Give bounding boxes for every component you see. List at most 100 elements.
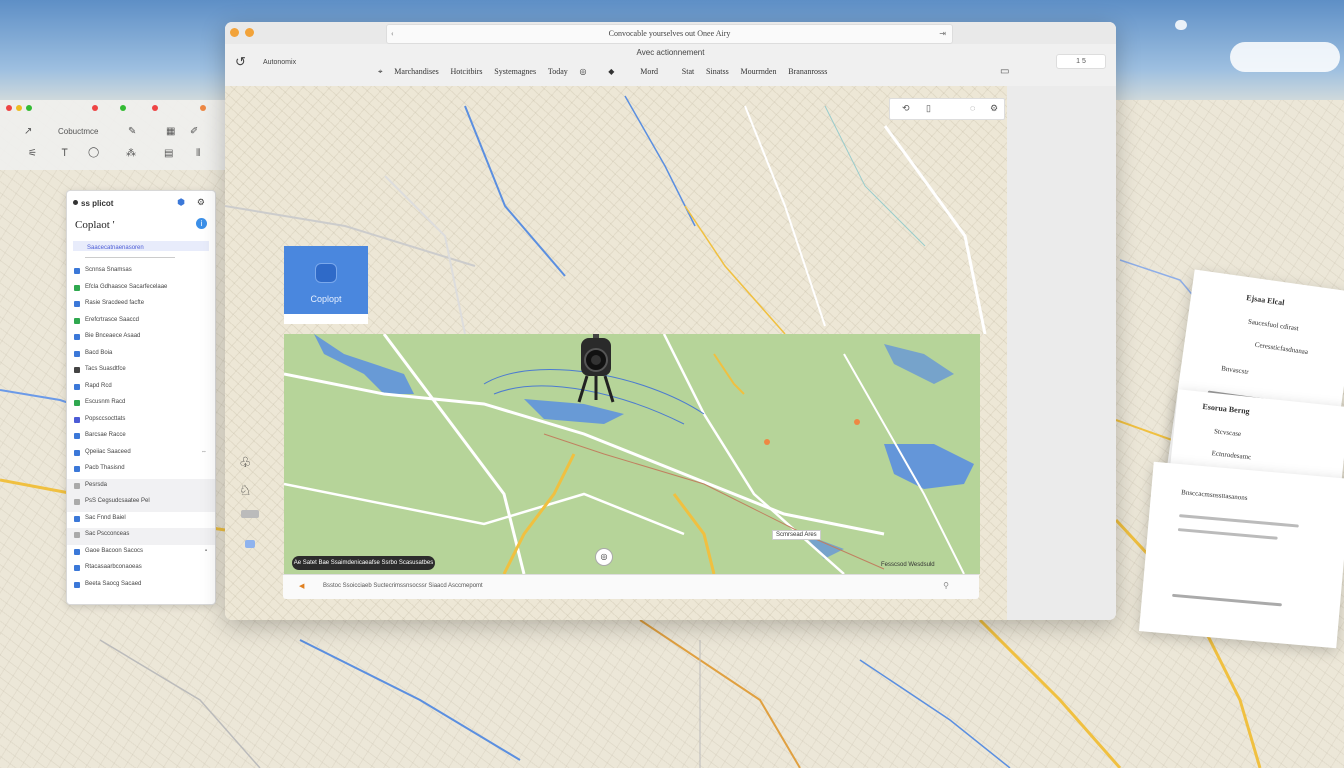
pen-icon[interactable]: ✎ bbox=[128, 126, 136, 137]
menu-item[interactable]: Mourrnden bbox=[740, 67, 776, 76]
sidebar-item-label: Pesrsda bbox=[85, 481, 108, 488]
copilot-logo-icon bbox=[315, 263, 337, 283]
sidebar-item-label: Scnnsa Snamsas bbox=[85, 267, 132, 273]
refresh-icon[interactable]: ↺ bbox=[235, 54, 246, 70]
document-line: Bnvascstr bbox=[1220, 364, 1250, 377]
selected-item[interactable]: Saacecatnaenasoren bbox=[73, 241, 209, 251]
sidebar-item-icon bbox=[74, 466, 80, 472]
sidebar-item[interactable]: Efcla Gdhaasce Sacarfecelaae bbox=[67, 281, 215, 298]
filter-icon[interactable]: ⚟ bbox=[28, 148, 37, 159]
sidebar-item[interactable]: Rasie Sracdeed facfte bbox=[67, 297, 215, 314]
settings-icon[interactable]: ⚙ bbox=[990, 103, 998, 114]
document-line: Saucesfuol cdirast bbox=[1247, 317, 1300, 333]
menu-item[interactable]: Marchandises bbox=[394, 67, 438, 76]
close-icon[interactable] bbox=[230, 28, 239, 37]
menu-item[interactable]: Brananrosss bbox=[788, 67, 827, 76]
table-icon[interactable]: ▤ bbox=[164, 148, 173, 159]
sidebar-item-icon bbox=[74, 482, 80, 489]
main-window: ‹ Convocable yourselves out Onee Airy ⇥ … bbox=[225, 22, 1116, 620]
page-counter-button[interactable]: 1 5 bbox=[1056, 54, 1106, 69]
route-icon[interactable]: ⟲ bbox=[902, 103, 910, 114]
sidebar-item[interactable]: Gaoe Bacoon Sacocs ▪ bbox=[67, 545, 215, 562]
menu-item[interactable]: Systemagnes bbox=[494, 67, 536, 76]
grid-icon[interactable]: ▦ bbox=[166, 126, 175, 137]
route-label[interactable]: Scmrsead Ares bbox=[772, 530, 821, 540]
shield-icon[interactable]: ⬢ bbox=[177, 197, 185, 208]
sidebar-item[interactable]: Beeta Saocg Sacaed bbox=[67, 578, 215, 595]
copilot-card-label: Coplopt bbox=[310, 294, 342, 304]
sidebar-item[interactable]: Pacb Thasisnd bbox=[67, 462, 215, 479]
status-pill: Ae Satet Bae Ssaimdenicaeafse Ssrbo Scas… bbox=[292, 556, 435, 570]
circle-icon[interactable]: ◯ bbox=[88, 147, 99, 158]
sidebar-item-icon bbox=[74, 334, 80, 340]
red-dot-icon bbox=[152, 105, 158, 111]
sidebar-item[interactable]: Popsccsocttats bbox=[67, 413, 215, 430]
document-line: Ectnrodesamc bbox=[1211, 449, 1252, 462]
sidebar-item[interactable]: Tacs Suasdtfce bbox=[67, 363, 215, 380]
sidebar-title: ss plicot bbox=[81, 199, 114, 208]
shapes-icon[interactable]: ⁂ bbox=[126, 148, 136, 159]
app-toolbar: Avec actionnement ↺ Autonomix ⌖ Marchand… bbox=[225, 44, 1116, 87]
sidebar-item[interactable]: Rtacasaarbconaoeas bbox=[67, 561, 215, 578]
settings-icon[interactable]: ⚙ bbox=[197, 197, 205, 208]
forward-arrow-icon[interactable]: ⇥ bbox=[939, 25, 946, 43]
menu-item[interactable]: Mord bbox=[640, 67, 658, 76]
shield-icon[interactable]: ♘ bbox=[239, 482, 252, 499]
left-toolbar: ↗ Cobuctmce ✎ ▦ ✐ ⚟ Ꭲ ◯ ⁂ ▤ ⦀ bbox=[0, 100, 225, 170]
right-panel bbox=[1007, 86, 1116, 620]
camera-marker-icon[interactable] bbox=[567, 334, 627, 417]
map-area[interactable]: ⟲ ▯ ◌ ⚙ Coplopt ♧ ♘ Scmrsead Ares ◎ Ae S… bbox=[225, 86, 1116, 620]
url-bar[interactable]: ‹ Convocable yourselves out Onee Airy ⇥ bbox=[386, 24, 953, 44]
sidebar-item-tag: ⇔ bbox=[201, 448, 207, 455]
sidebar-item[interactable]: Escusnm Racd bbox=[67, 396, 215, 413]
sidebar-item[interactable]: Bacd Boia bbox=[67, 347, 215, 364]
sidebar-item-icon bbox=[74, 268, 80, 274]
sidebar-item[interactable]: Qpeiiac Saaceed ⇔ bbox=[67, 446, 215, 463]
toolbar-label[interactable]: Cobuctmce bbox=[58, 127, 98, 136]
locate-icon[interactable]: ◎ bbox=[595, 548, 613, 566]
document-line: Bnsccacmsnssttasanons bbox=[1180, 488, 1248, 502]
menu-item[interactable]: Hotcitbirs bbox=[451, 67, 483, 76]
park-map-view[interactable]: Scmrsead Ares ◎ Ae Satet Bae Ssaimdenica… bbox=[284, 334, 980, 574]
link-icon[interactable]: ⚲ bbox=[943, 581, 949, 590]
bar-icon[interactable]: ⦀ bbox=[196, 148, 200, 159]
menu-item[interactable]: Stat bbox=[682, 67, 694, 76]
park-map-shapes bbox=[284, 334, 974, 574]
tree-icon[interactable]: ♧ bbox=[239, 454, 252, 471]
toggle-icon[interactable] bbox=[241, 510, 259, 518]
compass-icon[interactable]: ◎ bbox=[580, 67, 587, 76]
copilot-name: Coplaot ' bbox=[75, 219, 115, 231]
menu-item[interactable]: Sinatss bbox=[706, 67, 729, 76]
document-line: Ceressticfasdnanaa bbox=[1254, 340, 1309, 357]
menu-icon[interactable]: ⌖ bbox=[378, 67, 383, 77]
diamond-icon[interactable]: ◆ bbox=[608, 67, 614, 76]
sidebar-item[interactable]: Scnnsa Snamsas bbox=[67, 264, 215, 281]
red-dot-icon bbox=[92, 105, 98, 111]
selected-label: Saacecatnaenasoren bbox=[87, 245, 144, 251]
sidebar-item[interactable]: Barcsae Racce bbox=[67, 429, 215, 446]
back-label[interactable]: Autonomix bbox=[263, 59, 296, 66]
minimize-icon[interactable] bbox=[245, 28, 254, 37]
chat-icon[interactable]: ▭ bbox=[1000, 66, 1009, 77]
layers-icon[interactable]: ◌ bbox=[970, 103, 975, 113]
sidebar-item[interactable]: Sac Fnnd Baiel bbox=[67, 512, 215, 529]
sidebar-item[interactable]: Rapd Rcd bbox=[67, 380, 215, 397]
sidebar-item-label: Sac Pscconceas bbox=[85, 531, 130, 537]
back-arrow-icon[interactable]: ‹ bbox=[391, 25, 394, 43]
sidebar-item[interactable]: Erefcrtrasce Saaccd bbox=[67, 314, 215, 331]
info-icon[interactable]: i bbox=[196, 218, 207, 229]
sidebar-item[interactable]: Bie Bnceaece Asaad bbox=[67, 330, 215, 347]
toggle-icon[interactable] bbox=[245, 540, 255, 548]
sidebar-item[interactable]: Pesrsda bbox=[67, 478, 215, 495]
arrow-icon[interactable]: ↗ bbox=[24, 126, 32, 137]
pin-icon[interactable]: ▯ bbox=[926, 103, 931, 114]
sidebar-item[interactable]: Sac Pscconceas bbox=[67, 528, 215, 545]
coordinates-readout: Fesscsod Wesdsuld bbox=[881, 562, 935, 568]
copilot-card[interactable]: Coplopt bbox=[284, 246, 368, 314]
sidebar-item[interactable]: PsS Cegsudcsaatee Pel bbox=[67, 495, 215, 512]
text-icon[interactable]: Ꭲ bbox=[62, 148, 68, 159]
brush-icon[interactable]: ✐ bbox=[190, 126, 198, 137]
menu-item[interactable]: Today bbox=[548, 67, 568, 76]
sidebar-item-label: Pacb Thasisnd bbox=[85, 465, 125, 471]
sidebar-item-icon bbox=[74, 532, 80, 538]
